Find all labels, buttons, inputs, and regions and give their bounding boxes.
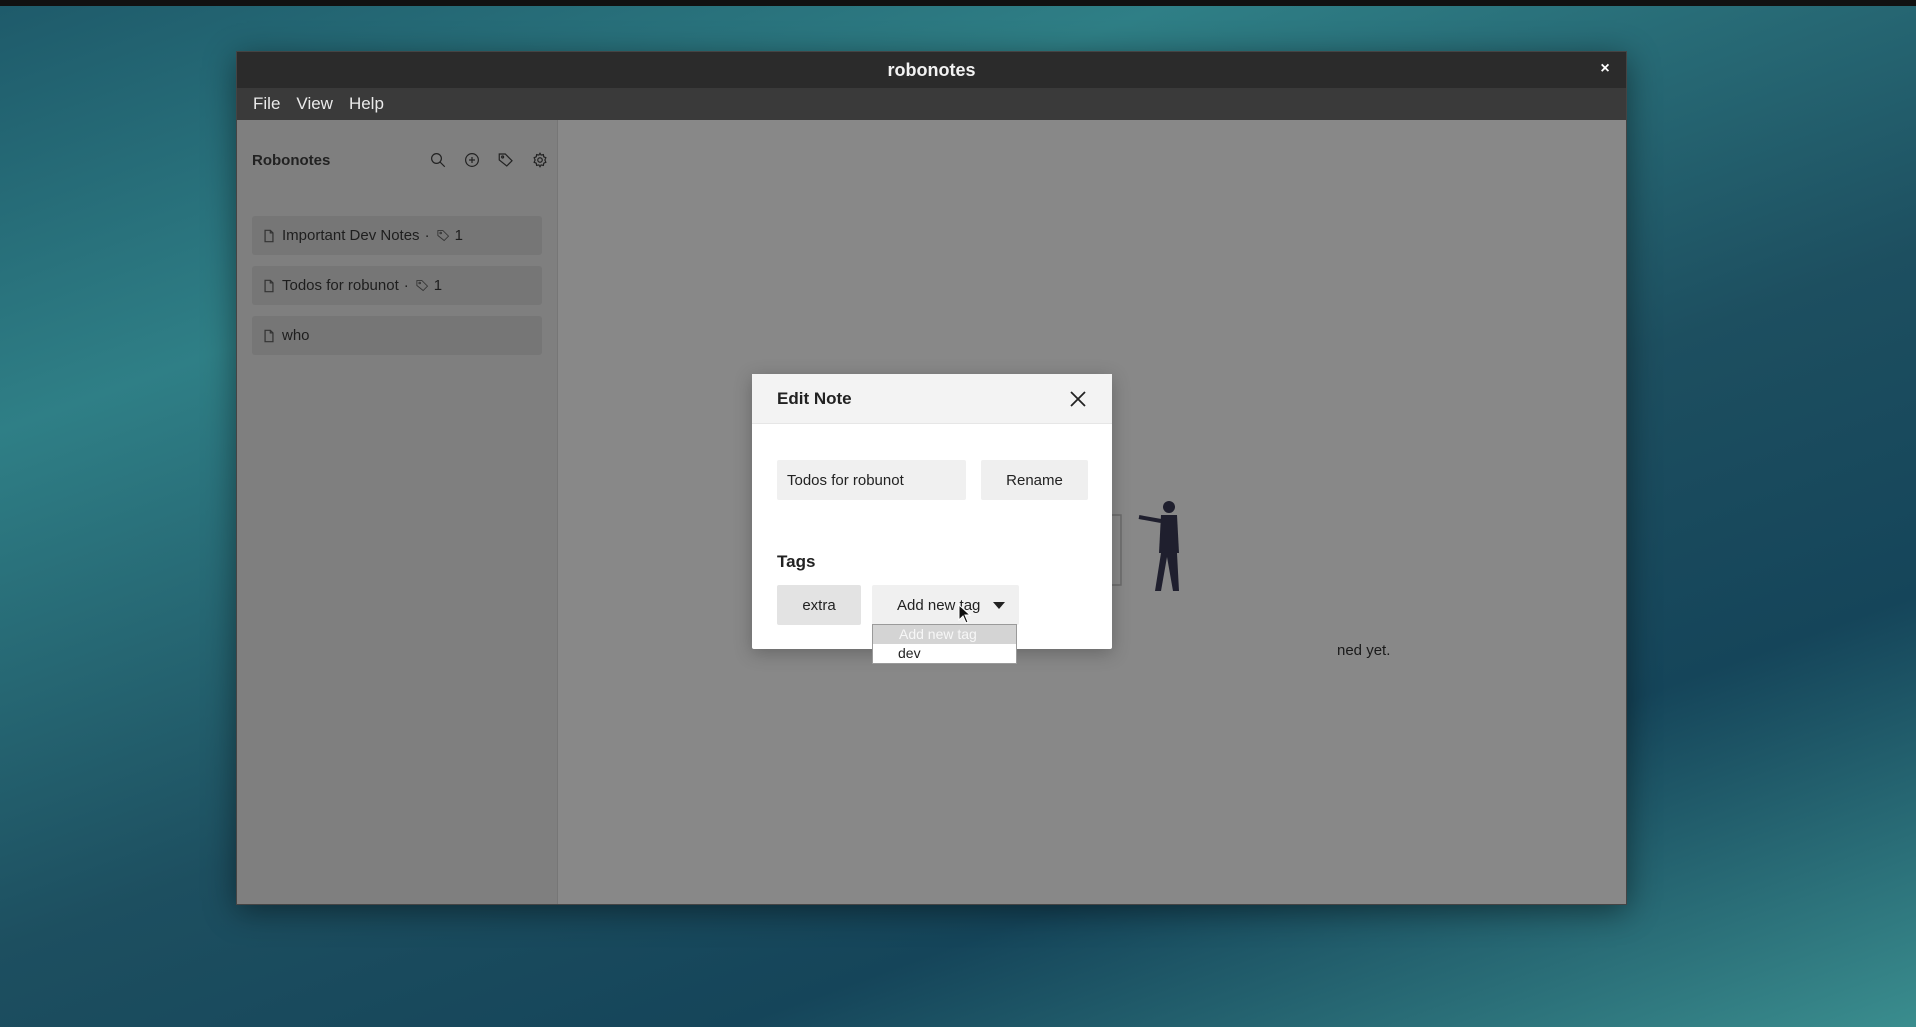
gear-icon[interactable] <box>528 148 552 172</box>
menu-help[interactable]: Help <box>341 94 392 114</box>
note-name-input[interactable] <box>777 460 966 500</box>
window-title: robonotes <box>887 59 976 80</box>
sidebar-title: Robonotes <box>252 151 331 169</box>
note-separator: · <box>403 277 409 294</box>
file-icon <box>264 229 274 242</box>
system-top-bar <box>0 0 1916 6</box>
note-name: Todos for robunot <box>282 277 399 294</box>
note-tag-count: 1 <box>433 277 443 294</box>
tags-heading: Tags <box>777 552 816 571</box>
mouse-cursor <box>958 604 972 624</box>
note-tag-count: 1 <box>454 227 463 244</box>
note-item-who[interactable]: who <box>252 316 542 355</box>
note-item-important-dev-notes[interactable]: Important Dev Notes · 1 <box>252 216 542 255</box>
note-item-todos-for-robunot[interactable]: Todos for robunot · 1 <box>252 266 542 305</box>
tag-icon[interactable] <box>494 148 518 172</box>
menu-file[interactable]: File <box>245 94 288 114</box>
add-tag-select[interactable]: Add new tag <box>872 585 1019 625</box>
tag-chip-extra[interactable]: extra <box>777 585 861 625</box>
note-list: Important Dev Notes · 1 Todos for robuno… <box>252 216 542 366</box>
file-icon <box>264 279 274 292</box>
note-separator: · <box>424 227 430 244</box>
tag-icon <box>416 280 428 292</box>
modal-title: Edit Note <box>777 388 852 408</box>
add-note-icon[interactable] <box>460 148 484 172</box>
window-titlebar: robonotes × <box>237 52 1626 88</box>
empty-state-illustration <box>1099 501 1179 591</box>
menu-view[interactable]: View <box>288 94 341 114</box>
sidebar-header: Robonotes <box>252 148 552 172</box>
empty-state-text: ned yet. <box>1337 642 1391 659</box>
rename-button[interactable]: Rename <box>981 460 1088 500</box>
dropdown-option-add-new-tag[interactable]: Add new tag <box>873 625 1016 644</box>
sidebar: Robonotes Important Dev Notes · 1 Todos … <box>237 120 558 904</box>
chevron-down-icon <box>993 602 1005 609</box>
window-close-button[interactable]: × <box>1594 58 1616 80</box>
modal-header: Edit Note <box>752 374 1112 424</box>
search-icon[interactable] <box>426 148 450 172</box>
tag-icon <box>437 230 449 242</box>
dropdown-option-dev[interactable]: dev <box>873 644 1016 663</box>
file-icon <box>264 329 274 342</box>
add-tag-dropdown: Add new tag dev <box>872 624 1017 664</box>
note-name: who <box>282 327 310 344</box>
close-icon[interactable] <box>1066 387 1090 411</box>
edit-note-modal: Edit Note Rename Tags extra Add new tag <box>752 374 1112 649</box>
note-name: Important Dev Notes <box>282 227 420 244</box>
menu-bar: File View Help <box>237 88 1626 120</box>
sidebar-toolbar <box>426 148 552 172</box>
